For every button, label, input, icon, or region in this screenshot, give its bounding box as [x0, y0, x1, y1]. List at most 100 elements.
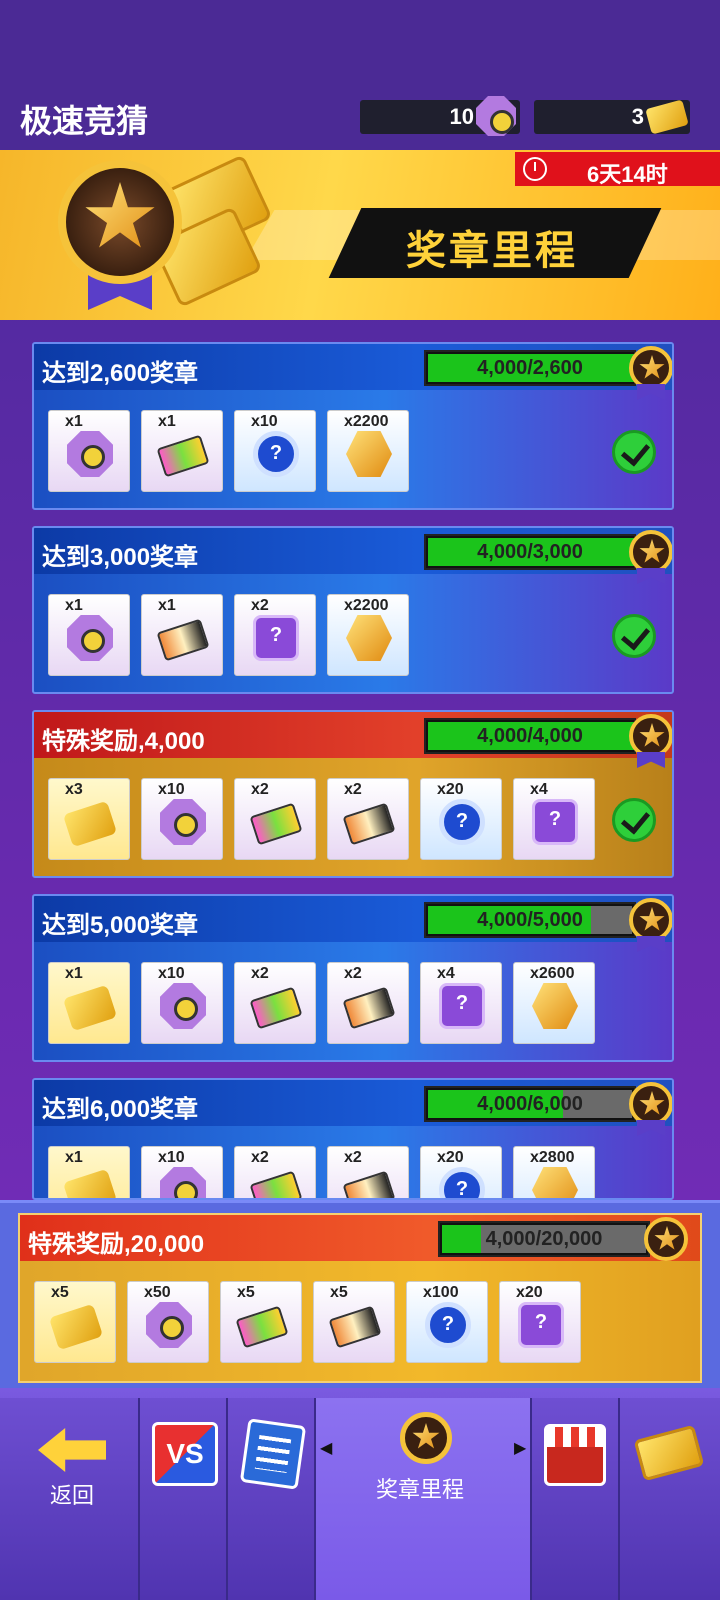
progress-bar: 4,000/20,000 [438, 1221, 650, 1257]
mystery-coin-icon [439, 1167, 485, 1198]
progress-bar: 4,000/4,000 [424, 718, 636, 754]
reward-item[interactable]: x2 [234, 778, 316, 860]
mystery-coin-icon [425, 1302, 471, 1348]
reward-qty: x2 [251, 1149, 269, 1166]
milestone-tier[interactable]: 达到2,600奖章 4,000/2,600 x1 x1 x10 x2200 [32, 342, 674, 510]
reward-item[interactable]: x1 [48, 962, 130, 1044]
progress-text: 4,000/6,000 [477, 1093, 583, 1115]
back-button[interactable]: 返回 [0, 1398, 140, 1600]
reward-item[interactable]: x4 [420, 962, 502, 1044]
reward-item[interactable]: x4 [513, 778, 595, 860]
mystery-box-icon [439, 983, 485, 1029]
reward-item[interactable]: x2 [327, 778, 409, 860]
claimed-check-icon [612, 798, 656, 842]
tab-label: 奖章里程 [376, 1477, 465, 1502]
reward-qty: x1 [65, 965, 83, 982]
ticket-count: 3 [631, 104, 644, 129]
reward-item[interactable]: x2 [234, 962, 316, 1044]
tier-title: 达到5,000奖章 [42, 912, 199, 939]
reward-qty: x5 [330, 1284, 348, 1301]
gem-count: 10 [449, 104, 474, 129]
reward-item[interactable]: x2600 [513, 962, 595, 1044]
reward-item[interactable]: x10 [141, 962, 223, 1044]
ticket-tab[interactable] [620, 1398, 720, 1600]
tier-title: 达到3,000奖章 [42, 544, 199, 571]
card-neon-icon [249, 1170, 303, 1198]
reward-qty: x2200 [344, 597, 389, 614]
banner-title: 奖章里程 [406, 229, 578, 273]
reward-item[interactable]: x50 [127, 1281, 209, 1363]
reward-item[interactable]: x1 [48, 594, 130, 676]
medal-milestone-tab[interactable]: ◀ 奖章里程 ▶ [316, 1398, 532, 1600]
reward-item[interactable]: x1 [48, 1146, 130, 1198]
reward-qty: x5 [51, 1284, 69, 1301]
countdown-timer: 6天14时 [515, 152, 720, 187]
back-arrow-icon [38, 1428, 106, 1472]
reward-item[interactable]: x5 [313, 1281, 395, 1363]
milestone-tier[interactable]: 达到5,000奖章 4,000/5,000 x1 x10 x2 x2 x4 x2600 [32, 894, 674, 1062]
reward-item[interactable]: x20 [420, 1146, 502, 1198]
reward-item[interactable]: x1 [48, 410, 130, 492]
gold-hex-icon [346, 615, 392, 661]
reward-item[interactable]: x2 [234, 1146, 316, 1198]
reward-qty: x10 [158, 1149, 185, 1166]
reward-item[interactable]: x10 [141, 1146, 223, 1198]
reward-qty: x2 [251, 965, 269, 982]
reward-qty: x20 [437, 781, 464, 798]
gem-icon [160, 1167, 206, 1198]
reward-item[interactable]: x20 [499, 1281, 581, 1363]
page-title: 极速竞猜 [20, 103, 149, 139]
reward-item[interactable]: x5 [220, 1281, 302, 1363]
reward-qty: x2 [251, 597, 269, 614]
ticket-icon [62, 800, 118, 848]
gem-counter[interactable]: 10 [360, 96, 520, 136]
medal-icon [629, 530, 672, 574]
claimed-check-icon [612, 430, 656, 474]
mystery-coin-icon [253, 431, 299, 477]
reward-item[interactable]: x10 [141, 778, 223, 860]
reward-item[interactable]: x100 [406, 1281, 488, 1363]
mystery-box-icon [532, 799, 578, 845]
shop-tab[interactable] [532, 1398, 620, 1600]
reward-item[interactable]: x2 [327, 1146, 409, 1198]
gold-hex-icon [532, 1167, 578, 1198]
milestone-tier[interactable]: 特殊奖励,4,000 4,000/4,000 x3 x10 x2 x2 x20 x4 [32, 710, 674, 878]
reward-item[interactable]: x1 [141, 410, 223, 492]
ticket-icon [48, 1303, 104, 1351]
mystery-box-icon [253, 615, 299, 661]
reward-item[interactable]: x2200 [327, 594, 409, 676]
gold-hex-icon [532, 983, 578, 1029]
reward-item[interactable]: x1 [141, 594, 223, 676]
reward-qty: x2 [251, 781, 269, 798]
progress-text: 4,000/5,000 [477, 909, 583, 931]
reward-item[interactable]: x2 [234, 594, 316, 676]
card-neon-icon [156, 434, 210, 478]
gem-icon [146, 1302, 192, 1348]
next-arrow-icon[interactable]: ▶ [514, 1438, 526, 1458]
timer-text: 6天14时 [587, 162, 668, 187]
tier-title: 特殊奖励,4,000 [42, 728, 205, 755]
card-neon-icon [235, 1305, 289, 1349]
tier-title: 达到2,600奖章 [42, 360, 199, 387]
milestone-tier[interactable]: 达到3,000奖章 4,000/3,000 x1 x1 x2 x2200 [32, 526, 674, 694]
prev-arrow-icon[interactable]: ◀ [320, 1438, 332, 1458]
reward-item[interactable]: x10 [234, 410, 316, 492]
reward-item[interactable]: x2 [327, 962, 409, 1044]
reward-item[interactable]: x2800 [513, 1146, 595, 1198]
ticket-counter[interactable]: 3 [534, 99, 690, 135]
reward-qty: x10 [251, 413, 278, 430]
milestone-tier[interactable]: 达到6,000奖章 4,000/6,000 x1 x10 x2 x2 x20 x2800 [32, 1078, 674, 1200]
reward-item[interactable]: x3 [48, 778, 130, 860]
reward-item[interactable]: x5 [34, 1281, 116, 1363]
reward-item[interactable]: x20 [420, 778, 502, 860]
final-reward-tier[interactable]: 特殊奖励,20,000 4,000/20,000 x5 x50 x5 x5 x100 x2… [18, 1213, 702, 1383]
back-label: 返回 [50, 1483, 95, 1508]
progress-bar: 4,000/6,000 [424, 1086, 636, 1122]
tasks-tab[interactable] [228, 1398, 316, 1600]
ticket-icon [633, 1424, 705, 1482]
progress-text: 4,000/20,000 [485, 1228, 603, 1250]
reward-item[interactable]: x2200 [327, 410, 409, 492]
card-orange-icon [342, 986, 396, 1030]
vs-tab[interactable]: VS [140, 1398, 228, 1600]
reward-qty: x2600 [530, 965, 575, 982]
